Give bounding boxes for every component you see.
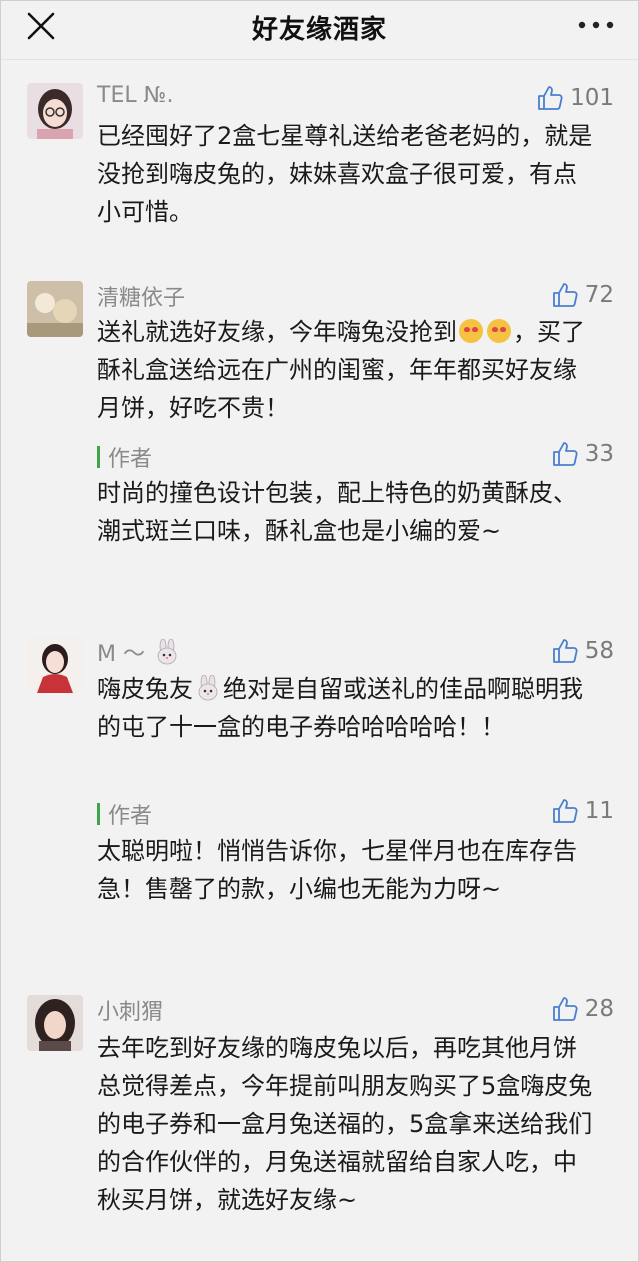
- like-count: 58: [584, 638, 614, 664]
- commenter-name: TEL №.: [97, 83, 174, 108]
- like-count: 33: [584, 441, 614, 467]
- comment-text: 已经囤好了2盒七星尊礼送给老爸老妈的，就是没抢到嗨皮兔的，妹妹喜欢盒子很可爱，有…: [97, 122, 593, 226]
- author-reply-header: 作者: [97, 798, 152, 830]
- like-button[interactable]: 28: [551, 994, 614, 1024]
- page-title: 好友缘酒家: [251, 15, 387, 45]
- commenter-name: M ～: [97, 636, 182, 668]
- more-icon[interactable]: [576, 15, 616, 35]
- avatar[interactable]: [27, 637, 83, 693]
- comment-text-part: 送礼就选好友缘，今年嗨兔没抢到: [97, 318, 457, 346]
- rabbit-icon: [198, 675, 218, 701]
- comment-text: 去年吃到好友缘的嗨皮兔以后，再吃其他月饼总觉得差点，今年提前叫朋友购买了5盒嗨皮…: [97, 1034, 593, 1214]
- like-count: 11: [584, 798, 614, 824]
- thumbs-up-icon: [552, 639, 578, 663]
- like-count: 28: [584, 996, 614, 1022]
- top-bar: 好友缘酒家: [1, 1, 638, 51]
- article-comments-page: 好友缘酒家 TEL №. 101 已经囤好了2盒七星尊礼送给老爸老妈的，就是没抢…: [0, 0, 639, 1262]
- heart-eyes-emoji: [487, 319, 511, 343]
- thumbs-up-icon: [552, 799, 578, 823]
- heart-eyes-emoji: [459, 319, 483, 343]
- comment-text: 嗨皮兔友 绝对是自留或送礼的佳品啊聪明我的屯了十一盒的电子券哈哈哈哈哈！！: [97, 670, 597, 746]
- commenter-name: 小刺猬: [97, 1000, 164, 1025]
- thumbs-up-icon: [552, 283, 578, 307]
- rabbit-icon: [157, 639, 177, 665]
- comment-text: 送礼就选好友缘，今年嗨兔没抢到 ，买了酥礼盒送给远在广州的闺蜜，年年都买好友缘月饼…: [97, 313, 597, 427]
- thumbs-up-icon: [538, 86, 563, 110]
- author-label: 作者: [108, 447, 153, 472]
- comment-text-part: 嗨皮兔友: [97, 675, 193, 703]
- author-marker: [97, 803, 100, 825]
- like-button[interactable]: 72: [551, 280, 614, 310]
- like-button[interactable]: 101: [536, 83, 614, 113]
- commenter-name: 清糖依子: [97, 286, 186, 311]
- avatar[interactable]: [27, 281, 83, 337]
- like-button[interactable]: 58: [551, 636, 614, 666]
- like-count: 101: [570, 85, 614, 111]
- author-label: 作者: [108, 804, 153, 829]
- avatar[interactable]: [27, 83, 83, 139]
- thumbs-up-icon: [552, 442, 578, 466]
- author-marker: [97, 446, 100, 468]
- like-button[interactable]: 33: [551, 439, 614, 469]
- avatar[interactable]: [27, 995, 83, 1051]
- like-count: 72: [584, 282, 614, 308]
- author-reply-text: 时尚的撞色设计包装，配上特色的奶黄酥皮、潮式斑兰口味，酥礼盒也是小编的爱~: [97, 479, 577, 545]
- commenter-name-text: M ～: [97, 642, 145, 667]
- author-reply-text: 太聪明啦！悄悄告诉你，七星伴月也在库存告急！售罄了的款，小编也无能为力呀~: [97, 837, 577, 903]
- author-reply-header: 作者: [97, 441, 152, 473]
- header-divider: [1, 59, 638, 60]
- like-button[interactable]: 11: [551, 796, 614, 826]
- thumbs-up-icon: [552, 997, 578, 1021]
